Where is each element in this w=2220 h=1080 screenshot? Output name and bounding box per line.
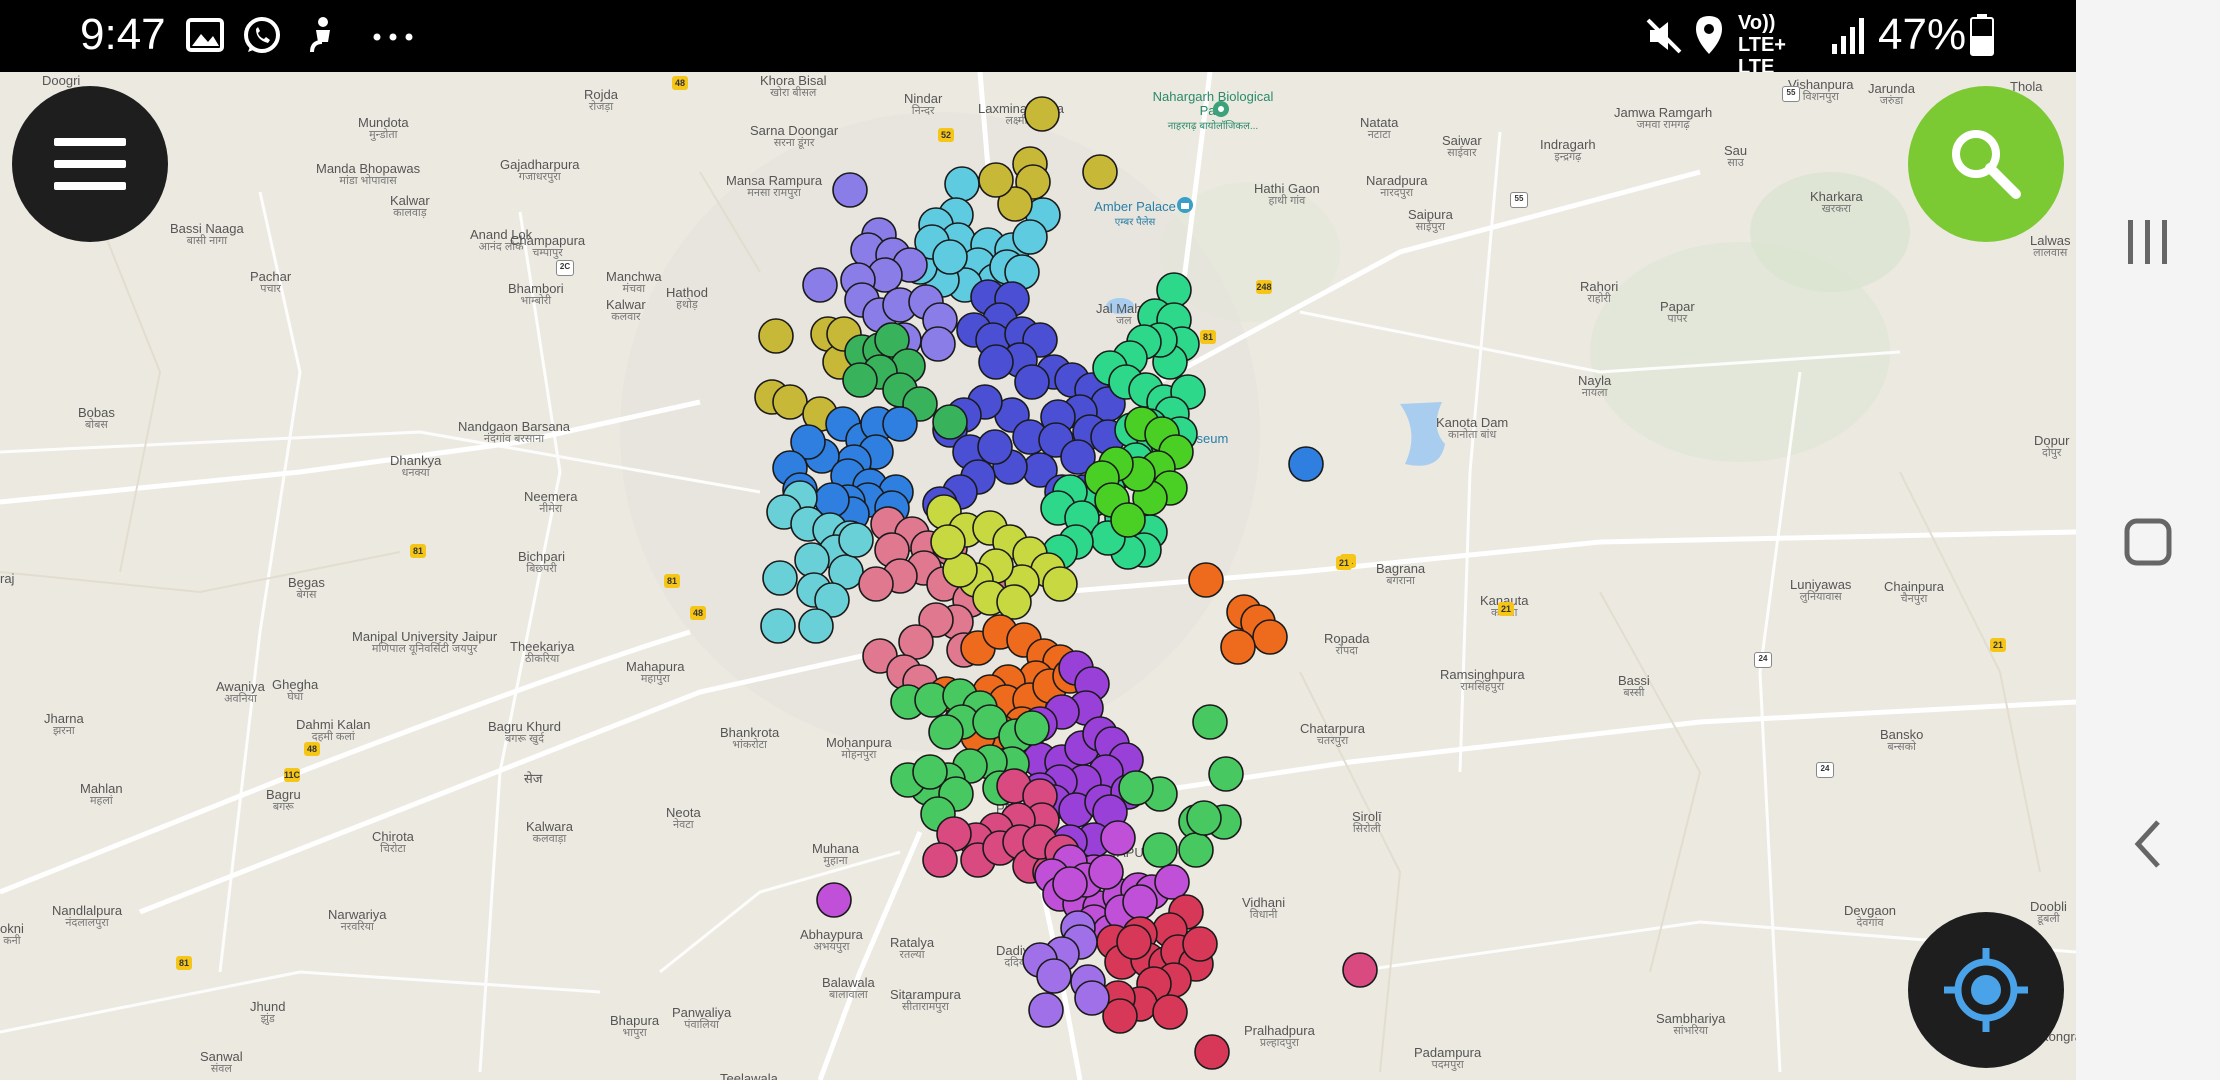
battery-percent: 47%	[1878, 10, 1967, 59]
status-bar: 9:47 Vo)) LTE+ LTE 47%	[0, 0, 2076, 78]
map-marker[interactable]	[1182, 926, 1218, 962]
map-marker[interactable]	[1036, 958, 1072, 994]
search-icon	[1952, 130, 2021, 199]
map-marker[interactable]	[932, 239, 968, 275]
more-icon	[373, 33, 413, 41]
map-marker[interactable]	[816, 882, 852, 918]
map-marker[interactable]	[802, 267, 838, 303]
network-type: Vo)) LTE+ LTE	[1738, 12, 1818, 78]
map-marker[interactable]	[996, 584, 1032, 620]
map-marker[interactable]	[1178, 832, 1214, 868]
map-marker[interactable]	[1052, 866, 1088, 902]
map-marker[interactable]	[1342, 952, 1378, 988]
map-marker[interactable]	[762, 560, 798, 596]
home-button[interactable]	[2076, 482, 2220, 602]
map-view[interactable]: Doogri Khora Bisal खोरा बीसल Nindar निन्दर La…	[0, 72, 2076, 1080]
recent-apps-icon	[2128, 220, 2167, 264]
search-button[interactable]	[1908, 86, 2064, 242]
back-button[interactable]	[2076, 784, 2220, 904]
map-marker[interactable]	[838, 522, 874, 558]
map-marker[interactable]	[1100, 820, 1136, 856]
map-marker[interactable]	[1110, 502, 1146, 538]
recent-apps-button[interactable]	[2076, 180, 2220, 300]
whatsapp-icon	[244, 17, 280, 53]
map-marker[interactable]	[1116, 924, 1152, 960]
map-marker[interactable]	[1012, 219, 1048, 255]
gallery-icon	[186, 18, 224, 52]
map-marker[interactable]	[1024, 96, 1060, 132]
map-marker[interactable]	[1028, 992, 1064, 1028]
map-marker[interactable]	[858, 566, 894, 602]
map-marker[interactable]	[1082, 154, 1118, 190]
hamburger-menu-icon	[54, 138, 126, 190]
map-marker[interactable]	[1192, 704, 1228, 740]
map-marker[interactable]	[928, 714, 964, 750]
map-marker[interactable]	[977, 429, 1013, 465]
map-marker[interactable]	[1188, 562, 1224, 598]
map-marker[interactable]	[1194, 1034, 1230, 1070]
map-marker[interactable]	[1220, 629, 1256, 665]
map-marker[interactable]	[1042, 566, 1078, 602]
map-marker[interactable]	[794, 542, 830, 578]
map-marker[interactable]	[930, 524, 966, 560]
signal-icon	[1832, 18, 1864, 54]
map-marker[interactable]	[920, 326, 956, 362]
map-marker[interactable]	[832, 172, 868, 208]
map-marker[interactable]	[1152, 994, 1188, 1030]
map-marker[interactable]	[912, 754, 948, 790]
map-marker[interactable]	[1208, 756, 1244, 792]
map-marker[interactable]	[922, 842, 958, 878]
map-marker[interactable]	[1118, 770, 1154, 806]
map-marker[interactable]	[1088, 854, 1124, 890]
map-marker[interactable]	[1252, 619, 1288, 655]
system-nav-bar	[2076, 0, 2220, 1080]
map-marker[interactable]	[1074, 980, 1110, 1016]
menu-button[interactable]	[12, 86, 168, 242]
cluster-markers[interactable]	[0, 72, 2076, 1080]
location-icon	[1696, 16, 1722, 54]
map-marker[interactable]	[944, 166, 980, 202]
back-icon	[2134, 820, 2160, 868]
battery-icon	[1970, 14, 1994, 56]
map-marker[interactable]	[1122, 884, 1158, 920]
status-time: 9:47	[80, 10, 166, 59]
home-icon	[2124, 518, 2172, 566]
map-marker[interactable]	[1288, 446, 1324, 482]
map-marker[interactable]	[1154, 864, 1190, 900]
map-marker[interactable]	[758, 318, 794, 354]
map-marker[interactable]	[882, 406, 918, 442]
map-marker[interactable]	[932, 404, 968, 440]
map-marker[interactable]	[760, 608, 796, 644]
map-marker[interactable]	[1142, 832, 1178, 868]
network-type-top: Vo)) LTE+	[1738, 12, 1786, 56]
map-marker[interactable]	[798, 608, 834, 644]
my-location-icon	[1944, 948, 2028, 1032]
my-location-button[interactable]	[1908, 912, 2064, 1068]
map-marker[interactable]	[772, 384, 808, 420]
mute-icon	[1646, 18, 1682, 54]
map-marker[interactable]	[1014, 710, 1050, 746]
accessibility-icon	[310, 17, 330, 53]
map-marker[interactable]	[1014, 364, 1050, 400]
map-marker[interactable]	[978, 344, 1014, 380]
map-marker[interactable]	[842, 362, 878, 398]
map-marker[interactable]	[898, 624, 934, 660]
map-marker[interactable]	[1186, 800, 1222, 836]
map-marker[interactable]	[978, 162, 1014, 198]
